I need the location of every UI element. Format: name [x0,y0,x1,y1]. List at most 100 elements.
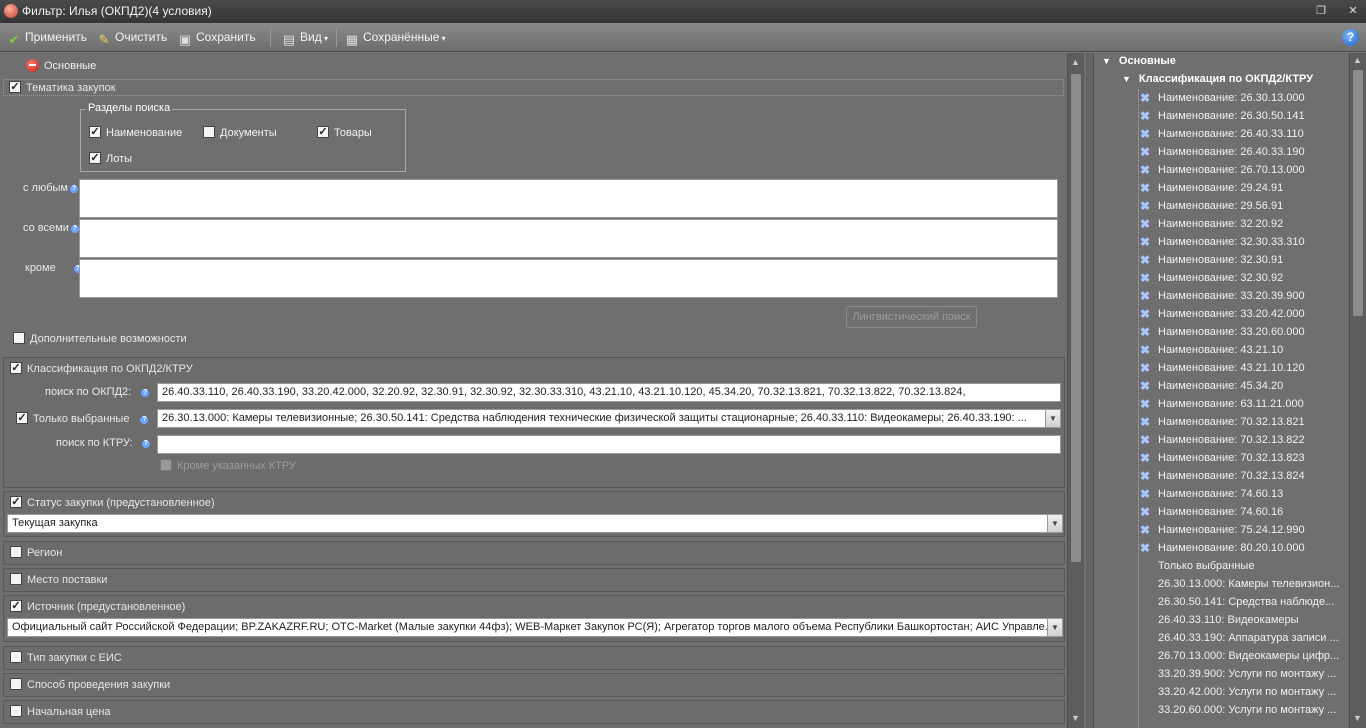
tree-item[interactable]: ✖ Наименование: 26.40.33.110 [1136,125,1348,143]
method-checkbox[interactable] [10,678,22,690]
price-header[interactable]: Начальная цена [10,704,111,720]
delete-condition-icon[interactable]: ✖ [1140,287,1150,305]
help-icon[interactable]: ? [141,389,150,397]
tree-item[interactable]: ✖ Наименование: 26.30.13.000 [1136,89,1348,107]
status-combo[interactable]: Текущая закупка ▼ [7,514,1063,533]
help-icon[interactable]: ? [70,185,78,193]
tree-item[interactable]: 33.20.60.000: Услуги по монтажу ... [1136,701,1348,719]
restore-icon[interactable]: ❐ [1314,4,1328,18]
source-header[interactable]: Источник (предустановленное) [10,599,185,615]
tree-item[interactable]: ✖ Наименование: 75.24.12.990 [1136,521,1348,539]
delete-condition-icon[interactable]: ✖ [1140,413,1150,431]
price-checkbox[interactable] [10,705,22,717]
chevron-down-icon[interactable]: ▼ [1045,410,1060,427]
delete-condition-icon[interactable]: ✖ [1140,395,1150,413]
delete-condition-icon[interactable]: ✖ [1140,449,1150,467]
opt-lots-checkbox[interactable] [89,152,101,164]
status-checkbox[interactable] [10,496,22,508]
delete-condition-icon[interactable]: ✖ [1140,305,1150,323]
status-header[interactable]: Статус закупки (предустановленное) [10,495,215,511]
tree-item[interactable]: ✖ Наименование: 74.60.13 [1136,485,1348,503]
scroll-down-icon[interactable]: ▼ [1353,713,1362,723]
chevron-down-icon[interactable]: ▼ [1102,56,1111,66]
tree-item[interactable]: ✖ Наименование: 26.40.33.190 [1136,143,1348,161]
scroll-down-icon[interactable]: ▼ [1071,713,1080,723]
delete-condition-icon[interactable]: ✖ [1140,485,1150,503]
close-icon[interactable]: ✕ [1346,4,1360,18]
method-header[interactable]: Способ проведения закупки [10,677,170,693]
scroll-up-icon[interactable]: ▲ [1071,57,1080,67]
tree-item[interactable]: ✖ Наименование: 33.20.42.000 [1136,305,1348,323]
clear-button[interactable]: ✎ Очистить [96,29,168,47]
tree-item[interactable]: ✖ Наименование: 70.32.13.824 [1136,467,1348,485]
tree-item[interactable]: ✖ Наименование: 32.30.92 [1136,269,1348,287]
tree-item[interactable]: ✖ Наименование: 43.21.10.120 [1136,359,1348,377]
topic-header[interactable]: Тематика закупок [9,80,116,96]
search-okpd-input[interactable]: 26.40.33.110, 26.40.33.190, 33.20.42.000… [157,383,1061,402]
scroll-up-icon[interactable]: ▲ [1353,55,1362,65]
eis-type-header[interactable]: Тип закупки с ЕИС [10,650,122,666]
opt-name-checkbox[interactable] [89,126,101,138]
delete-condition-icon[interactable]: ✖ [1140,89,1150,107]
tree-item[interactable]: ✖ Наименование: 29.56.91 [1136,197,1348,215]
delete-condition-icon[interactable]: ✖ [1140,503,1150,521]
delete-condition-icon[interactable]: ✖ [1140,359,1150,377]
chevron-down-icon[interactable]: ▼ [1122,74,1131,84]
tree-item[interactable]: 26.40.33.190: Аппаратура записи ... [1136,629,1348,647]
only-selected-combo[interactable]: 26.30.13.000: Камеры телевизионные; 26.3… [157,409,1061,428]
basic-section-header[interactable]: Основные [26,59,96,72]
delete-condition-icon[interactable]: ✖ [1140,197,1150,215]
remove-icon[interactable] [26,59,39,72]
pane-splitter[interactable] [1086,53,1093,728]
delete-condition-icon[interactable]: ✖ [1140,251,1150,269]
tree-item[interactable]: ✖ Наименование: 63.11.21.000 [1136,395,1348,413]
chevron-down-icon[interactable]: ▼ [1047,515,1062,532]
all-words-field[interactable] [79,219,1058,258]
except-words-field[interactable] [79,259,1058,298]
any-words-field[interactable] [79,179,1058,218]
opt-goods[interactable]: Товары [317,126,372,139]
delete-condition-icon[interactable]: ✖ [1140,107,1150,125]
tree-item[interactable]: Только выбранные [1136,557,1348,575]
tree-item[interactable]: ✖ Наименование: 29.24.91 [1136,179,1348,197]
help-icon[interactable]: ? [141,440,150,448]
apply-button[interactable]: ✔ Применить [6,29,87,47]
tree-item[interactable]: ✖ Наименование: 43.21.10 [1136,341,1348,359]
except-ktru-checkbox[interactable] [160,459,172,471]
source-checkbox[interactable] [10,600,22,612]
linguistic-search-button[interactable]: Лингвистический поиск [846,306,977,328]
opt-goods-checkbox[interactable] [317,126,329,138]
okpd-checkbox[interactable] [10,362,22,374]
source-combo[interactable]: Официальный сайт Российской Федерации; B… [7,618,1063,637]
delete-condition-icon[interactable]: ✖ [1140,431,1150,449]
help-icon[interactable]: ? [70,225,79,233]
delete-condition-icon[interactable]: ✖ [1140,233,1150,251]
save-button[interactable]: ▣ Сохранить [177,29,256,47]
tree-item[interactable]: ✖ Наименование: 32.30.33.310 [1136,233,1348,251]
left-scrollbar[interactable]: ▲ ▼ [1067,53,1084,728]
region-checkbox[interactable] [10,546,22,558]
saved-filters-button[interactable]: ▦ Сохранённые ▾ [344,29,446,47]
right-scrollbar[interactable]: ▲ ▼ [1349,53,1366,728]
delete-condition-icon[interactable]: ✖ [1140,323,1150,341]
tree-item[interactable]: 26.30.50.141: Средства наблюде... [1136,593,1348,611]
delete-condition-icon[interactable]: ✖ [1140,341,1150,359]
except-ktru[interactable]: Кроме указанных КТРУ [160,459,296,472]
chevron-down-icon[interactable]: ▼ [1047,619,1062,636]
tree-item[interactable]: ✖ Наименование: 70.32.13.823 [1136,449,1348,467]
opt-documents[interactable]: Документы [203,126,277,139]
right-scroll-thumb[interactable] [1352,69,1364,317]
tree-item[interactable]: ✖ Наименование: 80.20.10.000 [1136,539,1348,557]
eis-type-checkbox[interactable] [10,651,22,663]
delete-condition-icon[interactable]: ✖ [1140,143,1150,161]
topic-checkbox[interactable] [9,81,21,93]
extra-options[interactable]: Дополнительные возможности [13,332,187,345]
tree-item[interactable]: 26.70.13.000: Видеокамеры цифр... [1136,647,1348,665]
opt-name[interactable]: Наименование [89,126,182,139]
delete-condition-icon[interactable]: ✖ [1140,467,1150,485]
extra-options-checkbox[interactable] [13,332,25,344]
opt-lots[interactable]: Лоты [89,152,132,165]
search-ktru-input[interactable] [157,435,1061,454]
left-scroll-thumb[interactable] [1070,73,1082,563]
tree-item[interactable]: ✖ Наименование: 45.34.20 [1136,377,1348,395]
